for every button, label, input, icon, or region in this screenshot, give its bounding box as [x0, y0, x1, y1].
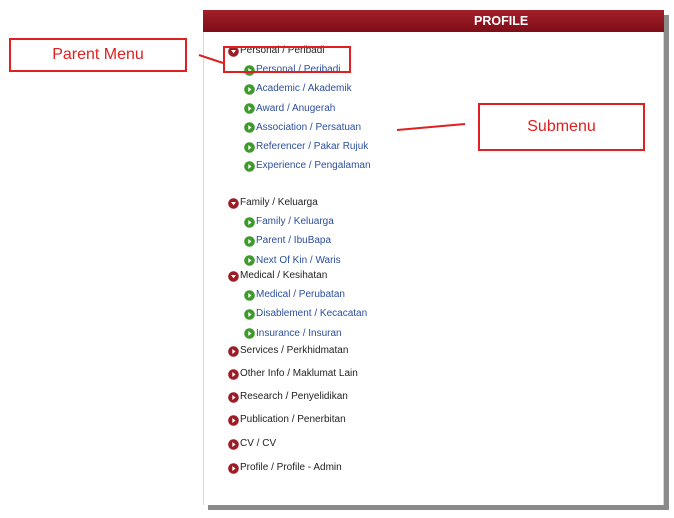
annotation-leader-lines [198, 54, 466, 131]
submenu-leader-line [396, 123, 466, 131]
parent-menu-leader-line [198, 54, 224, 64]
page: PROFILE Personal / Peribadi Personal / Pe… [0, 0, 674, 518]
